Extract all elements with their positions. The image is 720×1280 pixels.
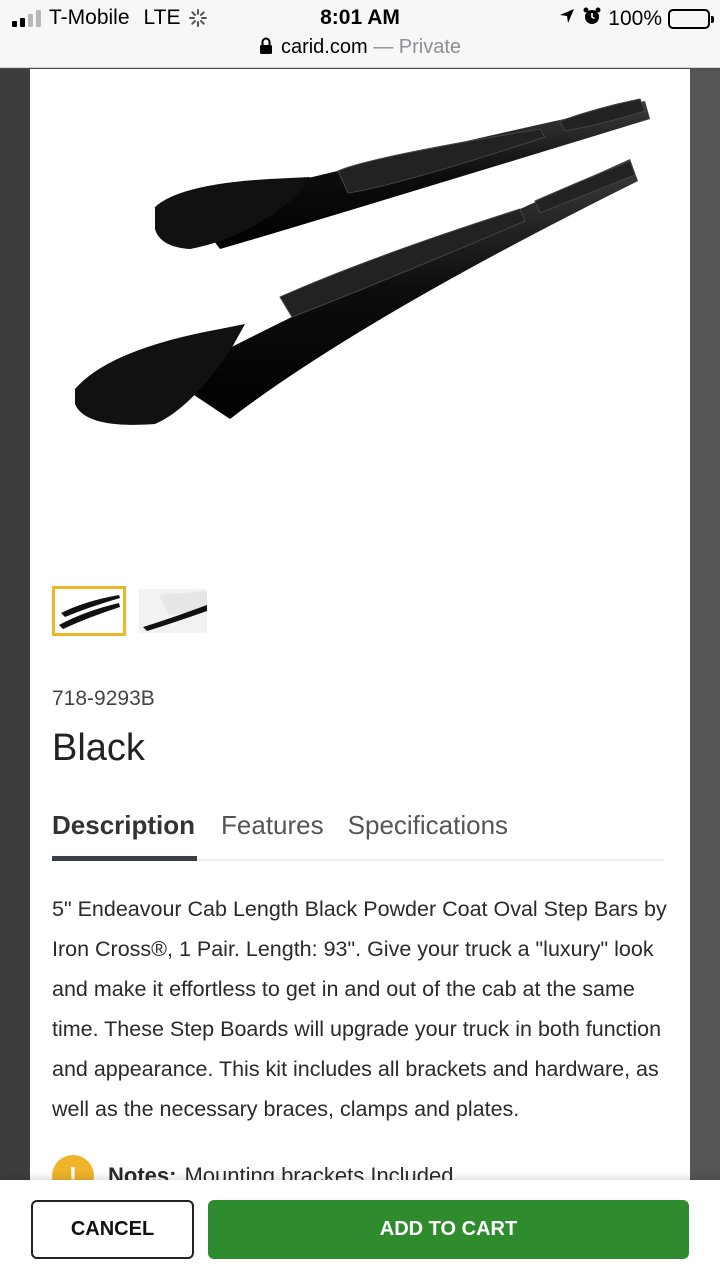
page-edge	[690, 69, 720, 1280]
lock-icon	[259, 37, 273, 61]
product-tabs: Description Features Specifications	[52, 807, 664, 861]
url-domain: carid.com	[280, 36, 368, 58]
step-bars-product-image	[75, 98, 650, 425]
url-separator: —	[373, 36, 394, 58]
address-bar[interactable]: carid.com — Private	[0, 36, 720, 61]
cancel-button[interactable]: CANCEL	[31, 1200, 194, 1259]
thumbnail-strip	[52, 586, 210, 636]
page-background: 718-9293B Black Description Features Spe…	[0, 69, 720, 1280]
part-number: 718-9293B	[52, 687, 155, 710]
product-description: 5" Endeavour Cab Length Black Powder Coa…	[52, 897, 667, 1121]
thumbnail-step-bars[interactable]	[52, 586, 126, 636]
battery-icon	[668, 9, 714, 29]
private-mode-label: Private	[398, 36, 462, 58]
tab-features[interactable]: Features	[221, 807, 324, 861]
product-image[interactable]	[70, 89, 670, 509]
alarm-clock-icon	[582, 6, 602, 32]
product-card: 718-9293B Black Description Features Spe…	[30, 69, 690, 1280]
action-bar: CANCEL ADD TO CART	[0, 1180, 720, 1280]
tab-specifications[interactable]: Specifications	[348, 807, 508, 861]
battery-percent: 100%	[608, 7, 662, 30]
variant-title: Black	[52, 727, 145, 769]
tab-description[interactable]: Description	[52, 807, 198, 861]
add-to-cart-button[interactable]: ADD TO CART	[208, 1200, 689, 1259]
location-arrow-icon	[558, 7, 576, 31]
thumbnail-installed-truck[interactable]	[136, 586, 210, 636]
status-bar: T-Mobile LTE 8:01 AM 100% carid.com — Pr…	[0, 0, 720, 68]
